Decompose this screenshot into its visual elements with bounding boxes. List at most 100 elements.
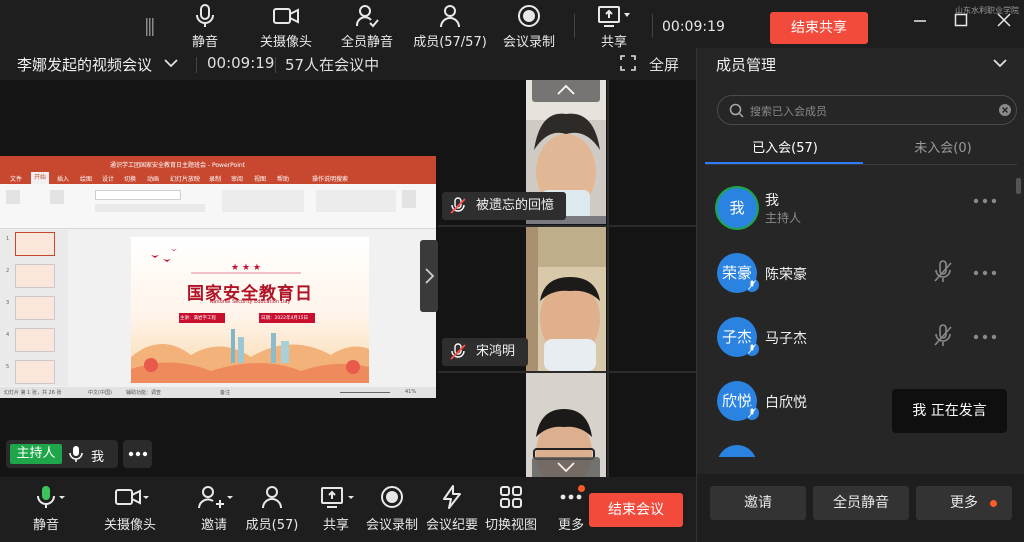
more-button[interactable]: 更多 [555,485,587,533]
mic-muted-badge [745,278,759,292]
mic-muted-icon[interactable] [934,324,952,348]
invite-label: 邀请 [200,518,227,533]
active-tab-indicator [705,162,863,164]
ppt-status-notes: 备注 [220,390,231,396]
ppt-status-slide: 幻灯片 第 1 张，共 26 张 [4,390,62,396]
ppt-slide-thumbnails: 1 2 3 4 5 [0,230,68,386]
fullscreen-button[interactable]: 全屏 [649,54,679,75]
toolbar-divider [574,14,575,38]
invite-button[interactable]: 邀请 [710,486,806,520]
panel-title: 成员管理 [716,56,777,74]
share-label: 共享 [322,518,349,533]
mic-muted-badge [745,406,759,420]
grid-view-icon [500,486,522,508]
maximize-icon[interactable] [953,12,969,28]
ppt-tab: 设计 [102,176,115,183]
microphone-icon [69,446,83,462]
camera-off-button[interactable]: 关摄像头 [100,485,160,533]
ppt-status-bar: 幻灯片 第 1 张，共 26 张 中文(中国) 辅助功能：调查 备注 41% [0,387,436,398]
chevron-down-icon[interactable] [993,58,1007,68]
mic-muted-icon [748,280,756,290]
meeting-title[interactable]: 李娜发起的视频会议 [17,54,152,75]
ppt-tab: 切换 [124,176,137,183]
thumb-number: 5 [6,364,10,370]
close-icon[interactable] [996,12,1012,28]
tab-joined[interactable]: 已入会(57) [705,137,865,156]
drag-handle-icon[interactable] [146,18,154,36]
scroll-up-button[interactable] [532,80,600,102]
participant-name: 被遗忘的回憶 [476,198,555,213]
record-label: 会议录制 [365,518,418,533]
tab-not-joined[interactable]: 未入会(0) [863,137,1023,156]
scroll-down-button[interactable] [532,457,600,477]
share-button[interactable]: 共享 [314,485,358,533]
participant-name-tag: 宋鸿明 [442,338,528,366]
invite-button[interactable]: 邀请 [192,485,236,533]
elapsed-time: 00:09:19 [207,54,275,72]
clear-search-icon[interactable] [998,103,1012,117]
camera-off-label: 关摄像头 [103,518,156,533]
speaking-indicator: 我 正在发言 [892,389,1007,433]
ppt-tab: 绘图 [80,176,93,183]
camera-off-button[interactable]: 关摄像头 [246,4,326,50]
next-page-button[interactable] [420,240,438,312]
host-tag: 主持人 我 [6,440,118,468]
avatar: 我 [717,188,757,228]
more-dots-icon[interactable] [973,198,997,204]
video-tile[interactable] [526,227,606,371]
member-row[interactable]: 我 我 主持人 [697,188,1017,252]
chevron-down-icon[interactable] [164,58,178,68]
ppt-tab: 视图 [254,176,267,183]
member-name: 陈荣豪 [765,267,807,283]
more-dots-icon[interactable] [973,270,997,276]
chevron-up-icon [557,84,575,95]
thumb-number: 3 [6,300,10,306]
end-meeting-button[interactable]: 结束会议 [589,493,683,527]
mic-muted-icon[interactable] [934,260,952,284]
ppt-status-accessibility: 辅助功能：调查 [126,390,162,396]
slide-artwork: ★ ★ ★ [131,237,369,383]
member-row[interactable]: 荣豪 陈荣豪 [697,253,1017,317]
member-management-panel: 成员管理 搜索已入会成员 已入会(57) 未入会(0) 我 我 主持人 荣豪 陈… [696,48,1024,542]
members-label: 成员(57) [245,518,299,533]
more-dots-icon[interactable] [973,334,997,340]
panel-more-button[interactable]: 更多 [916,486,1012,520]
mute-all-button[interactable]: 全员静音 [813,486,909,520]
mute-button[interactable]: 静音 [165,4,245,50]
microphone-icon [37,486,65,508]
mute-button[interactable]: 静音 [18,485,74,533]
panel-footer: 邀请 全员静音 更多 [697,474,1024,542]
members-icon [440,5,460,28]
participants-count: 57人在会议中 [285,56,380,74]
ppt-tab: 文件 [10,176,23,183]
record-icon [381,486,403,508]
participant-name: 宋鸿明 [476,344,516,359]
member-list-scrollbar[interactable] [1016,178,1021,194]
record-button[interactable]: 会议录制 [364,485,420,533]
members-button[interactable]: 成员(57) [245,485,299,533]
mute-all-button[interactable]: 全员静音 [327,4,407,50]
ppt-status-zoom: 41% [405,389,417,395]
member-row[interactable] [697,445,1017,457]
stage-more-button[interactable] [123,440,152,468]
chevron-right-icon [425,268,435,284]
member-role: 主持人 [765,211,802,225]
minimize-icon[interactable] [912,12,928,28]
video-tile[interactable] [526,373,606,477]
member-row[interactable]: 子杰 马子杰 [697,317,1017,381]
switch-view-button[interactable]: 切换视图 [483,485,539,533]
ppt-tab: 幻灯片放映 [170,176,201,183]
member-search-input[interactable]: 搜索已入会成员 [717,95,1017,125]
record-button[interactable]: 会议录制 [489,4,569,50]
ppt-tab: 动画 [147,176,160,183]
slide-thumbnail [15,328,55,352]
fullscreen-icon[interactable] [620,55,636,71]
members-button[interactable]: 成员(57/57) [408,4,492,50]
record-icon [518,5,540,27]
end-share-button[interactable]: 结束共享 [770,12,868,44]
thumb-number: 2 [6,268,10,274]
minutes-button[interactable]: 会议纪要 [424,485,480,533]
panel-more-label: 更多 [950,495,978,511]
ppt-tab-active: 开始 [31,172,49,184]
share-button[interactable]: 共享 [578,4,650,50]
